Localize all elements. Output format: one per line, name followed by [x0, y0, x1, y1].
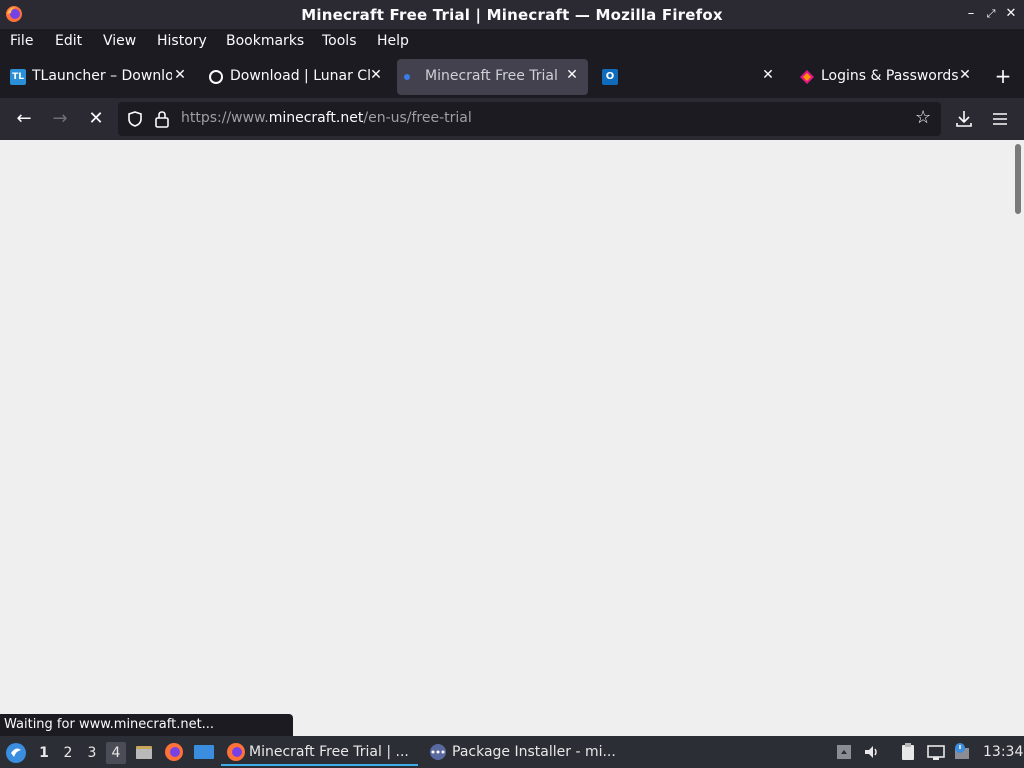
url-path: /en-us/free-trial	[363, 110, 472, 126]
url-prefix: https://www.	[181, 110, 269, 126]
workspace-1[interactable]: 1	[34, 742, 54, 764]
url-host: minecraft.net	[268, 110, 364, 126]
workspace-3[interactable]: 3	[82, 742, 102, 764]
menu-edit[interactable]: Edit	[55, 33, 82, 49]
tab-logins[interactable]: Logins & Passwords ✕	[791, 59, 981, 95]
clock[interactable]: 13:34	[983, 744, 1023, 760]
lockwise-icon	[800, 70, 814, 84]
hamburger-menu-icon[interactable]	[991, 111, 1009, 127]
shield-icon[interactable]	[126, 110, 144, 128]
scrollbar-thumb[interactable]	[1015, 144, 1021, 214]
status-text: Waiting for www.minecraft.net...	[0, 714, 293, 736]
bookmark-star-icon[interactable]: ☆	[915, 107, 931, 128]
updates-icon[interactable]	[952, 742, 972, 762]
taskbar: 1 2 3 4 Minecraft Free Trial | ... Packa…	[0, 736, 1024, 768]
minimize-icon[interactable]: –	[962, 5, 980, 23]
outlook-icon: O	[602, 69, 618, 85]
volume-icon[interactable]	[862, 742, 882, 762]
workspace-4[interactable]: 4	[106, 742, 126, 764]
desktop-icon[interactable]	[193, 742, 215, 762]
page-content[interactable]	[0, 140, 1012, 736]
menu-bookmarks[interactable]: Bookmarks	[226, 33, 304, 49]
new-tab-icon[interactable]: +	[992, 66, 1014, 88]
close-tab-icon[interactable]: ✕	[172, 67, 188, 85]
lunar-icon	[209, 70, 223, 84]
package-icon	[430, 744, 446, 760]
window-title: Minecraft Free Trial | Minecraft — Mozil…	[301, 6, 723, 24]
url-bar[interactable]: https://www.minecraft.net/en-us/free-tri…	[118, 102, 941, 136]
clipboard-icon[interactable]	[898, 742, 918, 762]
workspace-2[interactable]: 2	[58, 742, 78, 764]
stop-icon[interactable]: ✕	[84, 107, 108, 131]
tray-up-icon[interactable]	[834, 742, 854, 762]
maximize-icon[interactable]: ⤢	[982, 5, 1000, 23]
close-tab-icon[interactable]: ✕	[957, 67, 973, 85]
close-tab-icon[interactable]: ✕	[368, 67, 384, 85]
tab-minecraft[interactable]: Minecraft Free Trial | Minecraft ✕	[397, 59, 588, 95]
menu-file[interactable]: File	[10, 33, 33, 49]
task-label: Package Installer - mi...	[452, 744, 616, 760]
close-tab-icon[interactable]: ✕	[760, 67, 776, 85]
navigation-toolbar: ← → ✕ https://www.minecraft.net/en-us/fr…	[0, 98, 1024, 140]
tab-label: Download | Lunar Client	[230, 68, 370, 84]
forward-icon[interactable]: →	[48, 107, 72, 131]
downloads-icon[interactable]	[955, 109, 973, 129]
scrollbar[interactable]	[1012, 140, 1024, 736]
task-package-installer[interactable]: Package Installer - mi...	[424, 738, 624, 766]
task-label: Minecraft Free Trial | ...	[249, 744, 409, 760]
tab-lunar[interactable]: Download | Lunar Client ✕	[200, 59, 392, 95]
menu-tools[interactable]: Tools	[322, 33, 357, 49]
window-titlebar: Minecraft Free Trial | Minecraft — Mozil…	[0, 0, 1024, 29]
menu-view[interactable]: View	[103, 33, 136, 49]
task-firefox[interactable]: Minecraft Free Trial | ...	[221, 738, 418, 766]
menu-help[interactable]: Help	[377, 33, 409, 49]
close-tab-icon[interactable]: ✕	[564, 67, 580, 85]
loading-icon	[404, 74, 410, 80]
lock-icon[interactable]	[154, 110, 170, 128]
menu-bar: File Edit View History Bookmarks Tools H…	[0, 29, 1024, 56]
network-icon[interactable]	[926, 742, 946, 762]
menu-history[interactable]: History	[157, 33, 207, 49]
firefox-launcher-icon[interactable]	[164, 742, 184, 762]
url-text[interactable]: https://www.minecraft.net/en-us/free-tri…	[181, 110, 472, 126]
tab-mail[interactable]: O ✕	[594, 59, 786, 95]
tab-tlauncher[interactable]: TL TLauncher – Download ✕	[2, 59, 194, 95]
firefox-icon	[227, 743, 245, 761]
tab-label: TLauncher – Download	[32, 68, 172, 84]
tab-label: Logins & Passwords	[821, 68, 959, 84]
back-icon[interactable]: ←	[12, 107, 36, 131]
tab-bar: TL TLauncher – Download ✕ Download | Lun…	[0, 56, 1024, 98]
file-manager-icon[interactable]	[134, 742, 154, 762]
close-window-icon[interactable]: ✕	[1002, 5, 1020, 23]
tab-label: Minecraft Free Trial | Minecraft	[425, 68, 560, 84]
tlauncher-icon: TL	[10, 69, 26, 85]
start-menu-icon[interactable]	[5, 742, 27, 764]
